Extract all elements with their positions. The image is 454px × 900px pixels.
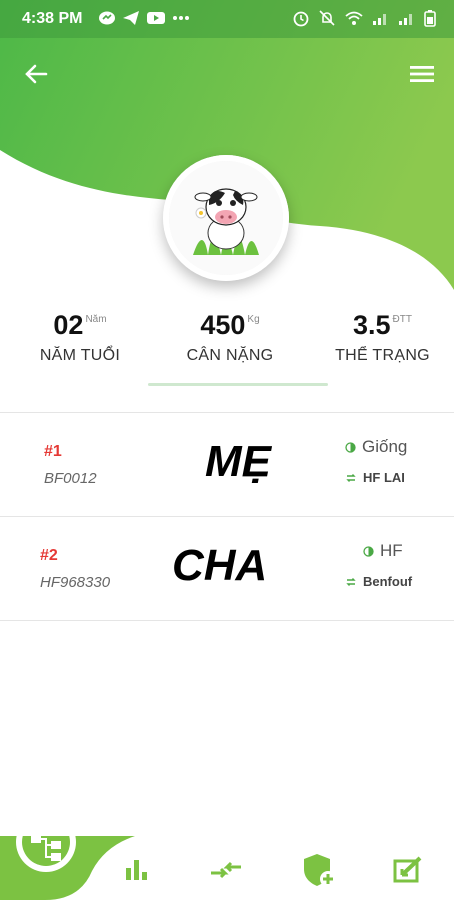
stat-condition-label: THỂ TRẠNG [335, 347, 430, 364]
parent-breed: Giống [345, 437, 407, 457]
status-left-icons [98, 10, 190, 26]
transfer-arrows-icon [211, 861, 241, 879]
parent-breed-label: Giống [362, 437, 408, 456]
stat-weight-label: CÂN NẶNG [186, 347, 274, 364]
family-tree-icon [31, 835, 61, 861]
shield-add-icon [304, 854, 336, 887]
stat-condition: 3.5 ĐTT THỂ TRẠNG [320, 310, 445, 365]
repeat-icon [346, 473, 356, 482]
half-circle-icon [363, 545, 374, 557]
stat-age-label: NĂM TUỔI [39, 347, 121, 364]
parent-breed: HF [363, 541, 403, 561]
parent-origin-label: HF LAI [363, 470, 405, 485]
edit-export-icon [393, 856, 422, 883]
parent-row-father[interactable]: #2 HF968330 CHA HF Benfouf [0, 517, 454, 619]
battery-icon [424, 10, 436, 27]
mute-icon [319, 10, 335, 26]
more-dots-icon [173, 16, 189, 20]
nav-export[interactable] [388, 850, 428, 890]
alarm-icon [293, 11, 309, 27]
status-right-icons [292, 9, 436, 27]
nav-transfer[interactable] [206, 850, 246, 890]
parent-row-mother[interactable]: #1 BF0012 MẸ Giống HF LAI [0, 413, 454, 515]
parent-origin: HF LAI [345, 470, 405, 485]
arrow-left-icon [25, 64, 48, 84]
parent-rank: #2 [40, 547, 58, 564]
parent-breed-label: HF [380, 541, 403, 560]
telegram-icon [123, 11, 139, 25]
wifi-icon [345, 11, 363, 25]
bar-chart-icon [126, 860, 147, 880]
messenger-icon [99, 11, 115, 25]
stat-underline [148, 383, 328, 386]
parent-code: HF968330 [40, 574, 111, 591]
status-time: 4:38 PM [22, 10, 83, 27]
stat-weight-value: 450 [200, 310, 246, 340]
nav-family-tree[interactable] [26, 828, 66, 868]
stat-age-unit: Năm [85, 314, 107, 325]
hamburger-menu-icon [410, 66, 434, 82]
back-button[interactable] [22, 60, 50, 88]
stat-age: 02 Năm NĂM TUỔI [20, 310, 140, 365]
cow-illustration [169, 161, 283, 275]
parent-rank: #1 [44, 443, 62, 460]
repeat-icon [346, 577, 356, 586]
parent-code: BF0012 [44, 470, 97, 487]
divider [0, 620, 454, 621]
stat-condition-value: 3.5 [353, 310, 391, 340]
parent-role: MẸ [205, 437, 271, 486]
stat-condition-unit: ĐTT [392, 314, 412, 325]
nav-statistics[interactable] [116, 850, 156, 890]
half-circle-icon [345, 441, 356, 453]
cow-avatar[interactable] [163, 155, 289, 281]
stat-weight-unit: Kg [247, 314, 260, 325]
signal-icon [373, 14, 386, 25]
stat-weight: 450 Kg CÂN NẶNG [165, 310, 295, 365]
stats-section: 02 Năm NĂM TUỔI 450 Kg CÂN NẶNG 3.5 ĐTT THỂ… [0, 310, 454, 390]
status-bar: 4:38 PM [0, 0, 454, 38]
signal-icon [399, 14, 412, 25]
youtube-icon [147, 12, 165, 24]
parent-origin-label: Benfouf [363, 574, 413, 589]
nav-health[interactable] [299, 850, 339, 890]
parent-origin: Benfouf [345, 574, 412, 589]
menu-button[interactable] [408, 60, 436, 88]
bottom-navigation [0, 835, 454, 900]
parent-role: CHA [172, 541, 268, 590]
stat-age-value: 02 [53, 310, 84, 340]
